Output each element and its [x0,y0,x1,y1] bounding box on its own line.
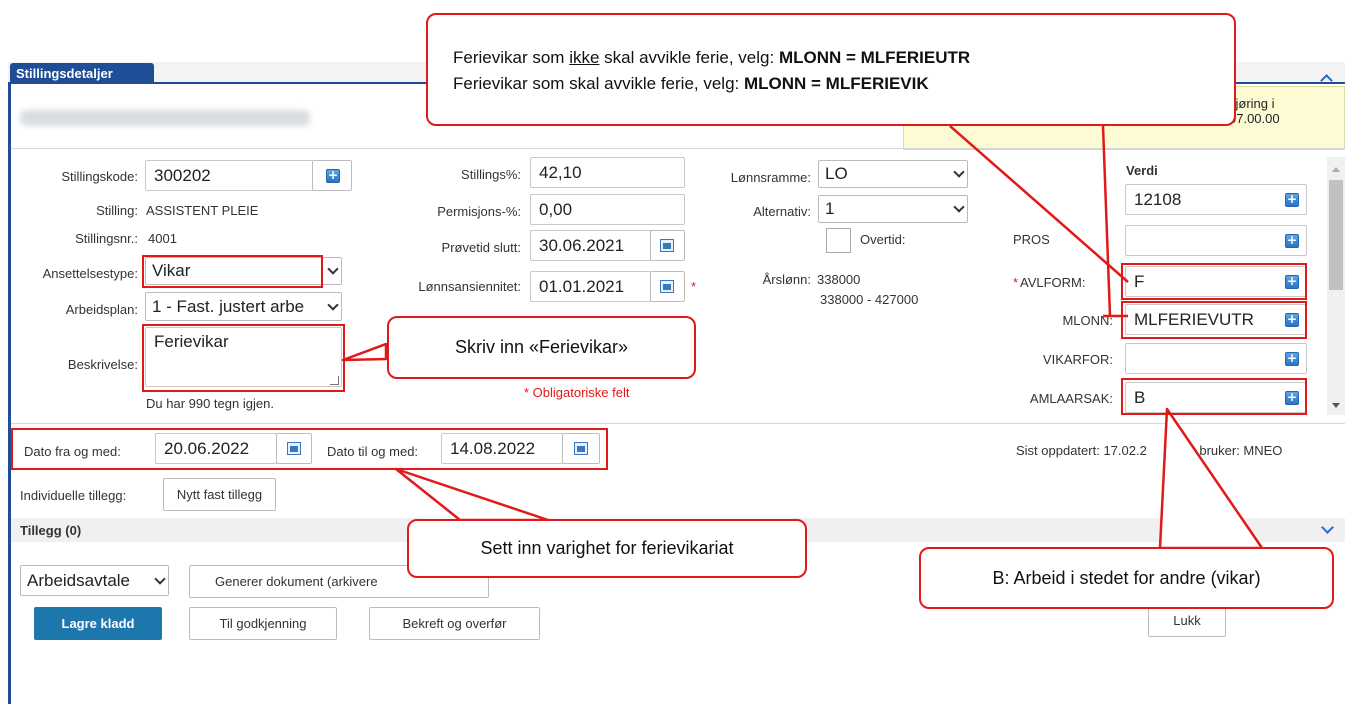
pointer-top-to-avlform [949,125,1129,283]
callout-line1-b: skal avvikle ferie, velg: [599,48,779,67]
callout-mlonn-line1: Ferievikar som ikke skal avvikle ferie, … [453,45,1234,71]
pointer-top-to-mlonn [1101,125,1112,317]
callout-sett-inn: Sett inn varighet for ferievikariat [407,519,807,578]
callout-b-arbeid: B: Arbeid i stedet for andre (vikar) [919,547,1334,609]
highlight-avlform [1121,263,1307,300]
callout-line1-underline: ikke [569,48,600,67]
callout-line2-a: Ferievikar som skal avvikle ferie, velg: [453,74,744,93]
highlight-beskrivelse [142,324,345,392]
pointer-sett-inn [394,467,550,522]
pointer-skriv-inn [341,342,388,362]
pointer-b-arbeid [1158,407,1264,550]
highlight-mlonn [1121,301,1307,339]
callout-line2-bold: MLONN = MLFERIEVIK [743,74,929,93]
highlight-ansettelsestype [142,255,323,288]
callout-skriv-inn: Skriv inn «Ferievikar» [387,316,696,379]
callout-line1-a: Ferievikar som [453,48,570,67]
callout-mlonn-line2: Ferievikar som skal avvikle ferie, velg:… [453,71,1234,97]
callout-mlonn-instructions: Ferievikar som ikke skal avvikle ferie, … [426,13,1236,126]
highlight-dates [11,428,608,470]
callout-line1-bold: MLONN = MLFERIEUTR [778,48,971,67]
highlight-amlaarsak [1121,378,1307,415]
